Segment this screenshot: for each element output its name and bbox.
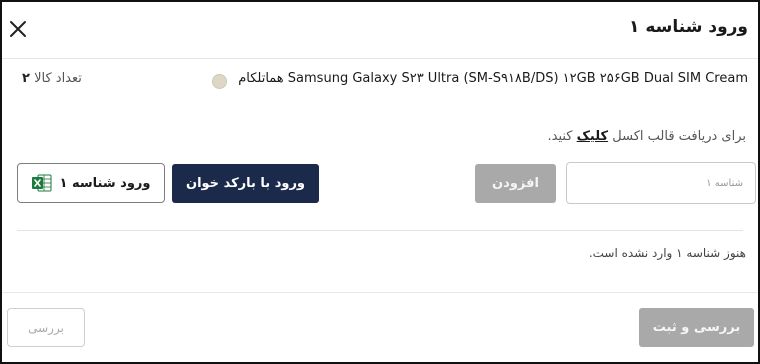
footer-divider	[2, 292, 758, 293]
modal-header: ورود شناسه ۱	[2, 2, 758, 59]
quantity-info: تعداد کالا ۲	[18, 71, 82, 86]
download-template-link[interactable]: کلیک	[577, 129, 608, 144]
hint-suffix: کنید.	[547, 129, 573, 144]
quantity-label: تعداد کالا	[34, 71, 82, 86]
barcode-scanner-button[interactable]: ورود با بارکد خوان	[172, 164, 319, 203]
add-button[interactable]: افزودن	[475, 164, 556, 203]
product-row: هماتلکام Samsung Galaxy S۲۳ Ultra (SM-S۹…	[2, 66, 758, 94]
excel-import-button[interactable]: ورود شناسه ۱	[17, 163, 165, 203]
quantity-value: ۲	[22, 71, 30, 86]
excel-import-label: ورود شناسه ۱	[59, 175, 151, 191]
excel-template-hint: برای دریافت قالب اکسل کلیک کنید.	[547, 129, 746, 144]
modal-title: ورود شناسه ۱	[629, 17, 748, 37]
hint-prefix: برای دریافت قالب اکسل	[612, 129, 746, 144]
product-color-swatch	[212, 74, 227, 89]
review-button[interactable]: بررسی	[7, 308, 85, 347]
section-divider	[17, 230, 743, 231]
product-name: هماتلکام Samsung Galaxy S۲۳ Ultra (SM-S۹…	[238, 71, 748, 86]
serial-input[interactable]	[566, 162, 756, 204]
empty-state-message: هنوز شناسه ۱ وارد نشده است.	[588, 246, 746, 260]
serial-entry-modal: ورود شناسه ۱ هماتلکام Samsung Galaxy S۲۳…	[0, 0, 760, 364]
review-and-submit-button[interactable]: بررسی و ثبت	[639, 308, 754, 347]
close-icon[interactable]	[9, 20, 27, 38]
excel-icon	[31, 174, 52, 192]
